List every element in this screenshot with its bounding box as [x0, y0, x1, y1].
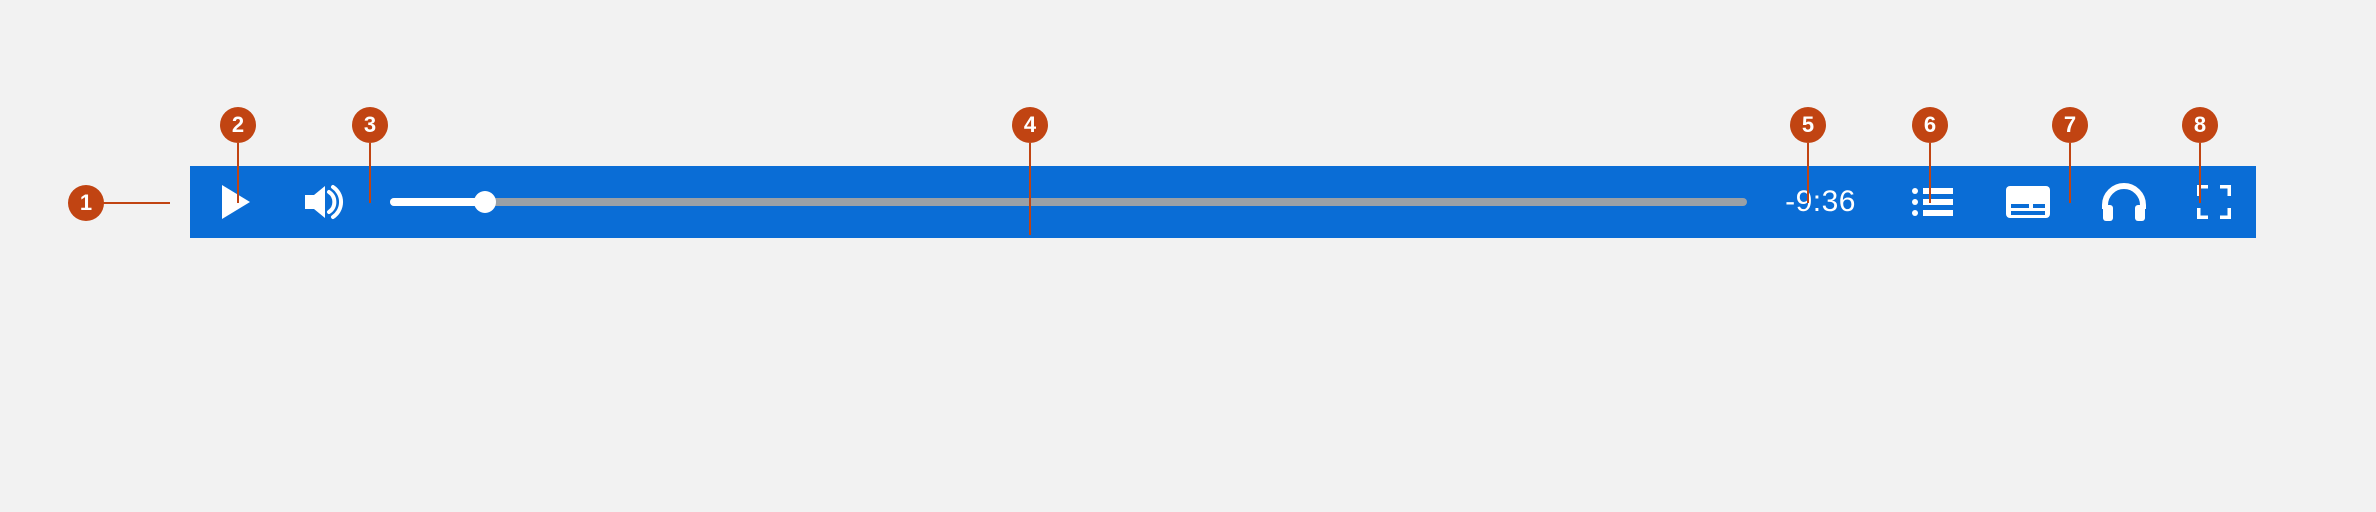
- audio-description-button[interactable]: [2076, 166, 2172, 238]
- callouts-layer: 1 2 3 4 5 6 7 8: [0, 0, 2376, 512]
- captions-button[interactable]: [1980, 166, 2076, 238]
- volume-icon: [305, 184, 345, 220]
- callout-number: 2: [220, 107, 256, 143]
- seek-thumb[interactable]: [474, 191, 496, 213]
- play-button[interactable]: [190, 166, 280, 238]
- play-icon: [220, 185, 250, 219]
- seek-fill: [390, 198, 485, 206]
- callout-number: 6: [1912, 107, 1948, 143]
- callout-number: 3: [352, 107, 388, 143]
- callout-number: 5: [1790, 107, 1826, 143]
- headphones-icon: [2101, 183, 2147, 221]
- captions-icon: [2006, 186, 2050, 218]
- seek-slider[interactable]: [390, 198, 1747, 206]
- list-icon: [1911, 187, 1953, 217]
- fullscreen-icon: [2197, 185, 2231, 219]
- callout-number: 7: [2052, 107, 2088, 143]
- time-remaining: -9:36: [1777, 185, 1884, 219]
- fullscreen-button[interactable]: [2172, 166, 2256, 238]
- player-bar: -9:36: [190, 166, 2256, 238]
- seek-region: [370, 166, 1777, 238]
- player-stage: -9:36: [120, 166, 2256, 238]
- volume-button[interactable]: [280, 166, 370, 238]
- chapters-button[interactable]: [1884, 166, 1980, 238]
- callout-number: 4: [1012, 107, 1048, 143]
- callout-number: 1: [68, 185, 104, 221]
- callout-number: 8: [2182, 107, 2218, 143]
